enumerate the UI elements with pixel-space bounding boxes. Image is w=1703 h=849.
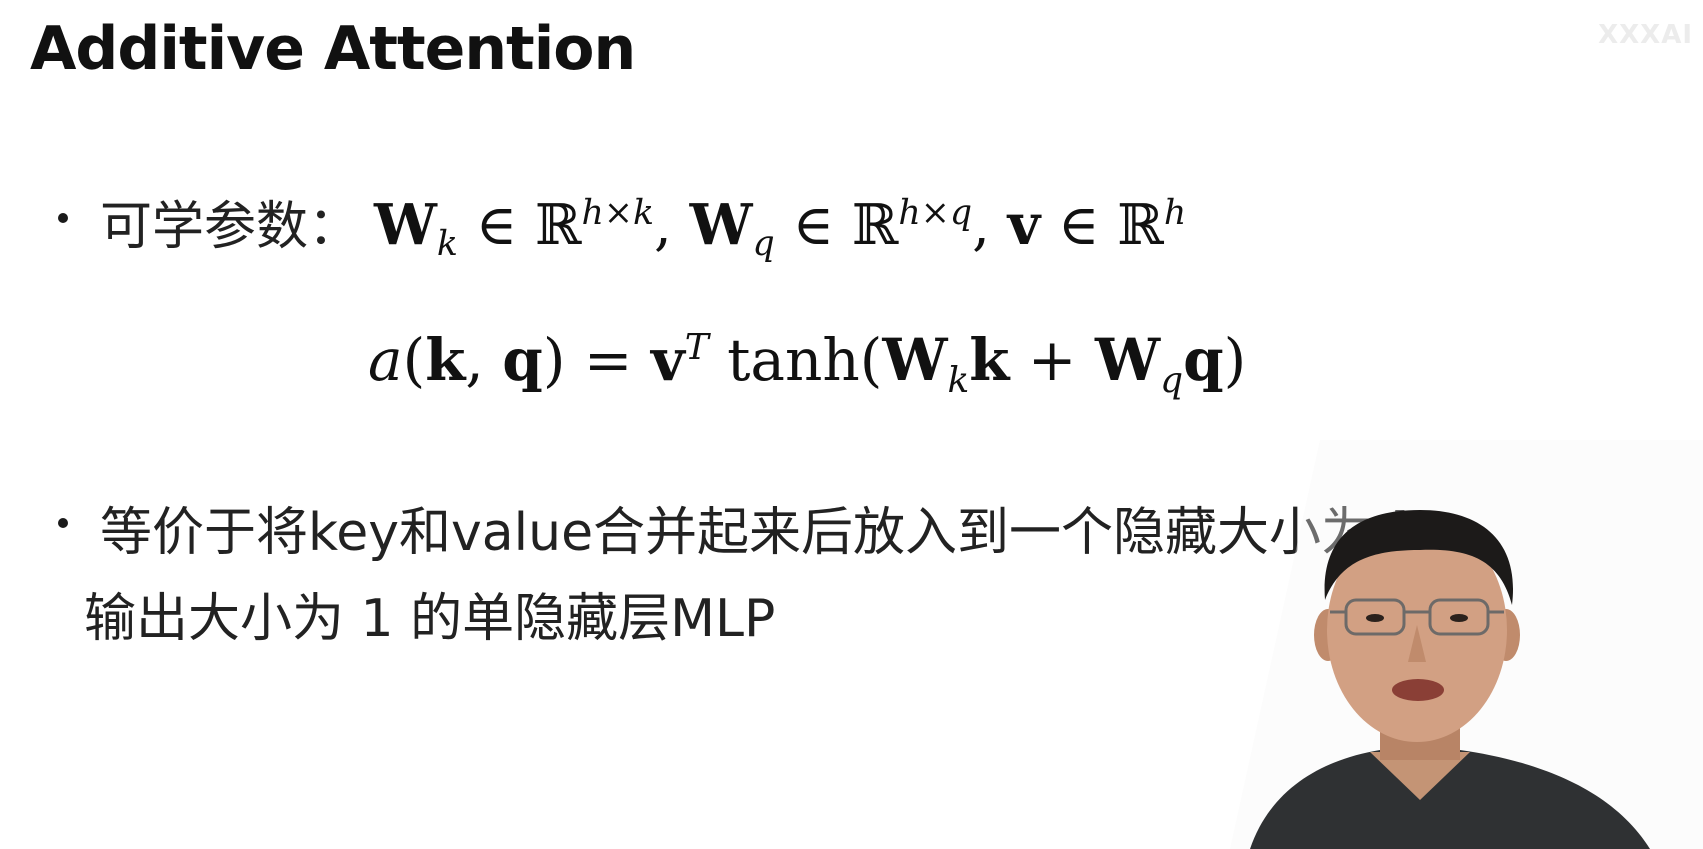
- watermark-logo: XXXAI: [1598, 20, 1693, 50]
- wq-symbol: W: [689, 192, 753, 258]
- formula-wk-subscript: k: [947, 359, 970, 401]
- element-of-3: ∈ ℝ: [1040, 193, 1164, 258]
- presenter-webcam-icon: [1230, 440, 1703, 849]
- formula-wk: W: [882, 326, 948, 394]
- formula-paren-end: ): [1223, 326, 1247, 394]
- wk-symbol: W: [374, 192, 437, 258]
- element-of-2: ∈ ℝ: [774, 193, 899, 258]
- formula-q2: q: [1183, 326, 1224, 394]
- formula-comma: ,: [465, 326, 503, 394]
- mlp-equivalence-text-1: 等价于将key和value合并起来后放入到一个隐藏大小为: [100, 503, 1390, 563]
- bullet-point-2: [58, 518, 68, 528]
- wk-dimension: h×k: [581, 192, 655, 233]
- element-of-1: ∈ ℝ: [457, 193, 582, 258]
- slide-title: Additive Attention: [30, 14, 636, 84]
- slide: Additive Attention XXXAI 可学参数： Wk ∈ ℝh×k…: [0, 0, 1703, 849]
- formula-q: q: [502, 326, 543, 394]
- separator-1: ,: [654, 193, 690, 258]
- separator-2: ,: [972, 193, 1008, 258]
- learnable-params-line: 可学参数： Wk ∈ ℝh×k, Wq ∈ ℝh×q, v ∈ ℝh: [100, 184, 1187, 264]
- mlp-equivalence-line-1: 等价于将key和value合并起来后放入到一个隐藏大小为 h: [100, 490, 1423, 565]
- presenter-figure: [1230, 440, 1703, 849]
- formula-tanh: tanh(: [708, 326, 883, 394]
- formula-paren-open: (: [402, 326, 426, 394]
- wk-subscript: k: [436, 224, 458, 265]
- formula-plus: +: [1009, 326, 1095, 394]
- bullet-point-1: [58, 213, 68, 223]
- attention-formula: a(k, q) = vT tanh(Wkk + Wqq): [368, 326, 1247, 401]
- formula-transpose: T: [684, 327, 709, 369]
- formula-function-a: a: [368, 326, 403, 394]
- wq-subscript: q: [752, 224, 775, 265]
- learnable-params-label: 可学参数：: [100, 197, 361, 257]
- formula-k2: k: [969, 326, 1010, 394]
- v-symbol: v: [1007, 192, 1041, 258]
- mlp-equivalence-line-2: 输出大小为 1 的单隐藏层MLP: [84, 589, 776, 649]
- wq-dimension: h×q: [898, 192, 973, 233]
- formula-v: v: [650, 326, 685, 394]
- learnable-params-math: Wk ∈ ℝh×k, Wq ∈ ℝh×q, v ∈ ℝh: [374, 192, 1187, 264]
- formula-equals: =: [565, 326, 651, 394]
- formula-wq-subscript: q: [1160, 359, 1184, 401]
- formula-wq: W: [1094, 326, 1161, 394]
- formula-k: k: [425, 326, 466, 394]
- v-dimension: h: [1163, 192, 1187, 233]
- formula-paren-close: ): [542, 326, 566, 394]
